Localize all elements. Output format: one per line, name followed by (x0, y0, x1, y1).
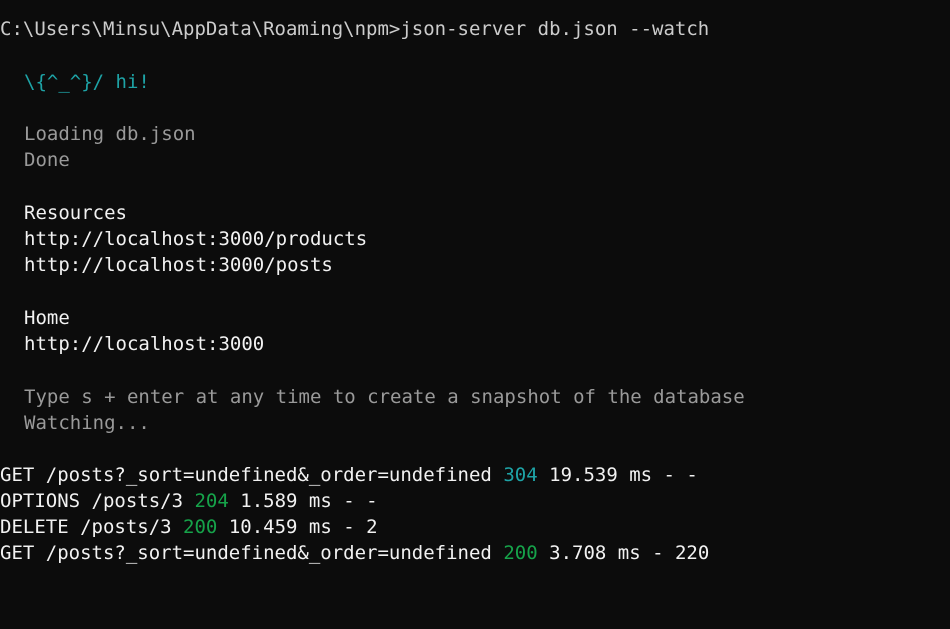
log-line: GET /posts?_sort=undefined&_order=undefi… (0, 462, 698, 488)
greeting-text: \{^_^}/ hi! (24, 71, 150, 93)
log-request: OPTIONS /posts/3 (0, 490, 184, 512)
log-status: 200 (503, 542, 538, 564)
loading-text: Loading db.json (24, 123, 196, 145)
terminal-window[interactable]: C:\Users\Minsu\AppData\Roaming\npm>json-… (0, 0, 950, 629)
snapshot-hint: Type s + enter at any time to create a s… (24, 386, 745, 408)
log-status: 200 (183, 516, 218, 538)
log-request: GET /posts?_sort=undefined&_order=undefi… (0, 542, 492, 564)
log-status: 304 (503, 464, 538, 486)
log-line: DELETE /posts/3 200 10.459 ms - 2 (0, 514, 378, 540)
log-details: 3.708 ms - 220 (549, 542, 710, 564)
log-status: 204 (194, 490, 229, 512)
done-text: Done (24, 149, 70, 171)
log-request: GET /posts?_sort=undefined&_order=undefi… (0, 464, 492, 486)
resource-url-posts: http://localhost:3000/posts (24, 254, 333, 276)
home-heading: Home (24, 307, 70, 329)
prompt-line: C:\Users\Minsu\AppData\Roaming\npm>json-… (0, 18, 710, 40)
resource-url-products: http://localhost:3000/products (24, 228, 368, 250)
watching-text: Watching... (24, 412, 150, 434)
resources-heading: Resources (24, 202, 127, 224)
home-url: http://localhost:3000 (24, 333, 265, 355)
log-details: 10.459 ms - 2 (228, 516, 378, 538)
log-details: 19.539 ms - - (549, 464, 698, 486)
log-details: 1.589 ms - - (240, 490, 378, 512)
log-request: DELETE /posts/3 (0, 516, 172, 538)
log-line: GET /posts?_sort=undefined&_order=undefi… (0, 540, 709, 566)
log-line: OPTIONS /posts/3 204 1.589 ms - - (0, 488, 378, 514)
